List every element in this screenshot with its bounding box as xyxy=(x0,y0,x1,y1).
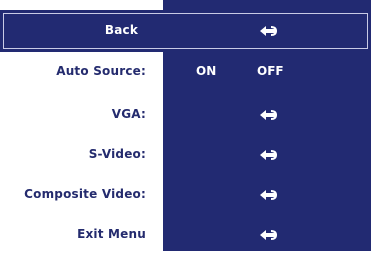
auto-source-off-option[interactable]: OFF xyxy=(257,64,284,78)
enter-arrow-icon[interactable] xyxy=(258,188,278,202)
enter-arrow-icon[interactable] xyxy=(258,228,278,242)
menu-item-vga[interactable]: VGA: xyxy=(0,96,371,134)
menu-item-auto-source: Auto Source: ON OFF xyxy=(0,54,371,92)
menu-item-label: Auto Source: xyxy=(56,64,146,78)
menu-item-label: S-Video: xyxy=(88,147,146,161)
menu-item-composite-video[interactable]: Composite Video: xyxy=(0,176,371,214)
menu-item-back[interactable]: Back xyxy=(0,10,371,52)
enter-arrow-icon[interactable] xyxy=(258,108,278,122)
menu-item-label: Back xyxy=(104,23,138,37)
menu-item-exit[interactable]: Exit Menu xyxy=(0,216,371,254)
menu-item-label: Composite Video: xyxy=(24,187,146,201)
menu-item-label: VGA: xyxy=(111,107,146,121)
auto-source-on-option[interactable]: ON xyxy=(196,64,216,78)
input-select-menu: Back Auto Source: ON OFF VGA: S-Video: C… xyxy=(0,0,371,251)
menu-item-s-video[interactable]: S-Video: xyxy=(0,136,371,174)
enter-arrow-icon[interactable] xyxy=(258,148,278,162)
enter-arrow-icon[interactable] xyxy=(258,24,278,38)
menu-item-label: Exit Menu xyxy=(77,227,146,241)
